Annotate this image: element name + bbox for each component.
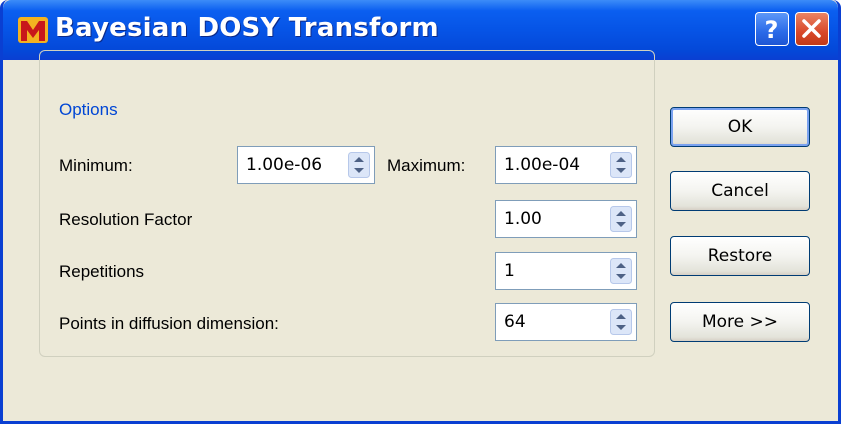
spin-arrows-icon[interactable]	[610, 258, 632, 284]
ok-button[interactable]: OK	[670, 107, 810, 147]
restore-button-label: Restore	[707, 246, 773, 266]
cancel-button[interactable]: Cancel	[670, 171, 810, 211]
maximum-spinbox[interactable]: 1.00e-04	[495, 146, 637, 184]
repetitions-value[interactable]: 1	[504, 261, 515, 281]
dialog-window: Bayesian DOSY Transform ? Options Minimu…	[0, 0, 841, 424]
points-value[interactable]: 64	[504, 312, 526, 332]
close-button[interactable]	[795, 12, 829, 46]
more-button-label: More >>	[701, 312, 779, 332]
svg-text:?: ?	[765, 16, 779, 44]
maximum-label: Maximum:	[387, 156, 466, 175]
spin-arrows-icon[interactable]	[610, 152, 632, 178]
more-button[interactable]: More >>	[670, 302, 810, 342]
minimum-spinbox[interactable]: 1.00e-06	[237, 146, 375, 184]
window-title: Bayesian DOSY Transform	[55, 13, 439, 43]
cancel-button-label: Cancel	[711, 181, 769, 201]
question-mark-icon: ?	[765, 16, 779, 44]
spin-arrows-icon[interactable]	[610, 309, 632, 335]
minimum-value[interactable]: 1.00e-06	[246, 155, 322, 175]
options-group-title: Options	[55, 100, 122, 120]
spin-arrows-icon[interactable]	[610, 206, 632, 232]
minimum-label: Minimum:	[59, 156, 133, 175]
repetitions-label: Repetitions	[59, 262, 145, 281]
spin-arrows-icon[interactable]	[348, 152, 370, 178]
ok-button-label: OK	[727, 117, 753, 137]
app-logo-icon	[18, 17, 48, 43]
resolution-factor-label: Resolution Factor	[59, 210, 193, 229]
restore-button[interactable]: Restore	[670, 236, 810, 276]
resolution-factor-value[interactable]: 1.00	[504, 209, 542, 229]
resolution-factor-spinbox[interactable]: 1.00	[495, 200, 637, 238]
repetitions-spinbox[interactable]: 1	[495, 252, 637, 290]
maximum-value[interactable]: 1.00e-04	[504, 155, 580, 175]
close-x-icon	[802, 19, 821, 38]
points-spinbox[interactable]: 64	[495, 303, 637, 341]
points-label: Points in diffusion dimension:	[59, 314, 279, 333]
help-button[interactable]: ?	[755, 12, 789, 46]
